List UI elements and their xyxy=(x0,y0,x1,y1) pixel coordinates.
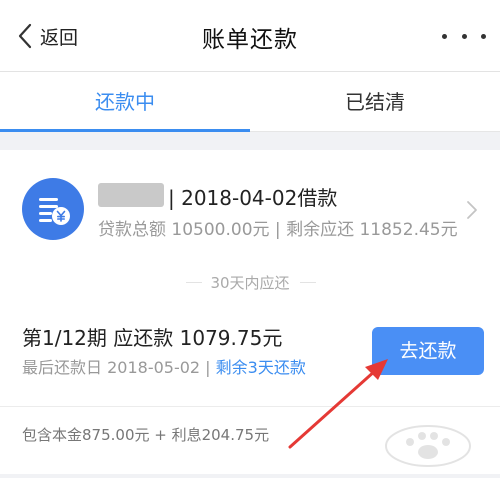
annotation-arrow xyxy=(288,359,388,449)
watermark-logo xyxy=(380,414,490,474)
